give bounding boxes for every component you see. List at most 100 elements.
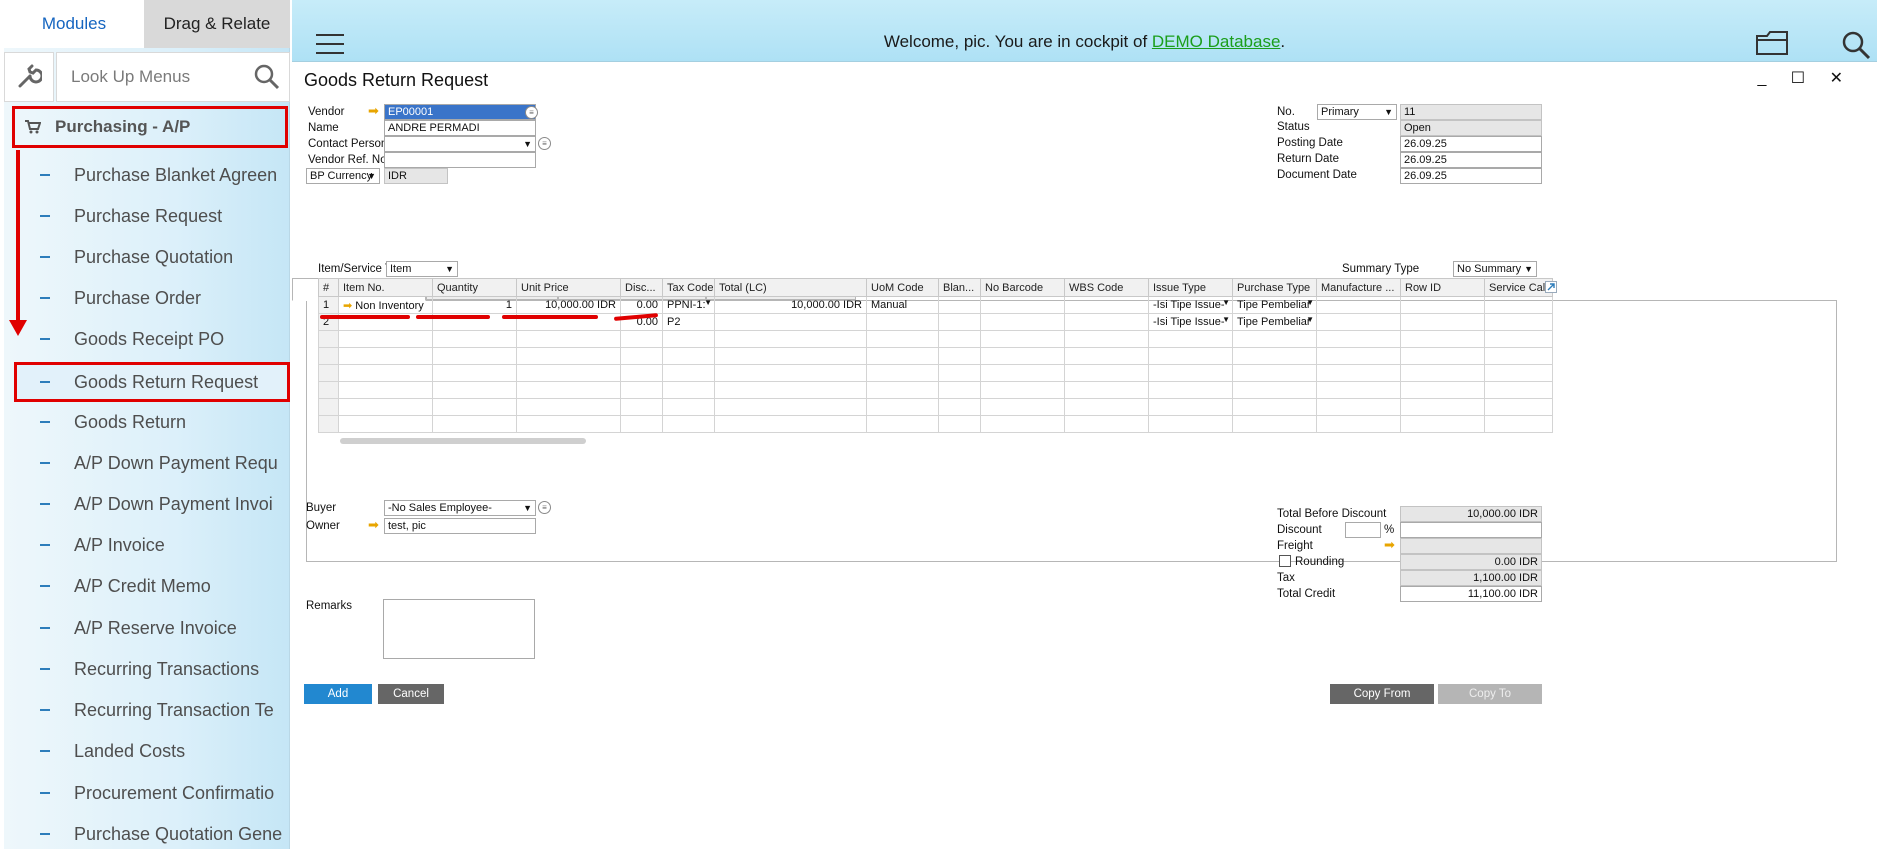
blanket-cell[interactable] (938, 296, 981, 314)
remarks-textarea[interactable] (383, 599, 535, 659)
row-id-cell[interactable] (1400, 296, 1485, 314)
owner-field[interactable]: test, pic (384, 518, 536, 534)
table-row[interactable] (318, 330, 1553, 348)
table-row[interactable] (318, 364, 1553, 382)
total-lc-cell[interactable]: 10,000.00 IDR (714, 296, 867, 314)
menu-item-landed-costs[interactable]: Landed Costs (4, 733, 290, 769)
manufacture-cell[interactable] (1316, 296, 1401, 314)
tax-code-cell[interactable]: PPNI-1: (662, 296, 715, 314)
table-row[interactable] (318, 381, 1553, 399)
menu-item-ap-down-payment-invoice[interactable]: A/P Down Payment Invoi (4, 486, 290, 522)
database-link[interactable]: DEMO Database (1152, 32, 1281, 51)
col-header[interactable]: Total (LC) (714, 278, 867, 297)
posting-date-field[interactable]: 26.09.25 (1400, 136, 1542, 152)
name-field[interactable]: ANDRE PERMADI (384, 120, 536, 136)
choose-from-list-icon[interactable]: ≡ (538, 137, 551, 150)
lookup-menus-input[interactable]: Look Up Menus (56, 52, 290, 102)
col-header[interactable]: Tax Code (662, 278, 715, 297)
vendor-ref-field[interactable] (384, 152, 536, 168)
col-header[interactable]: # (318, 278, 339, 297)
service-call-id-cell[interactable] (1484, 313, 1553, 331)
issue-type-cell[interactable]: -Isi Tipe Issue- (1148, 296, 1233, 314)
expand-grid-icon[interactable] (1545, 281, 1557, 293)
item-service-type-dropdown[interactable]: Item (386, 261, 458, 277)
col-header[interactable]: No Barcode (980, 278, 1065, 297)
col-header[interactable]: Item No. (338, 278, 433, 297)
contact-person-dropdown[interactable] (384, 136, 536, 152)
copy-from-button[interactable]: Copy From (1330, 684, 1434, 704)
menu-item-ap-invoice[interactable]: A/P Invoice (4, 527, 290, 563)
blanket-cell[interactable] (938, 313, 981, 331)
menu-item-purchase-quotation[interactable]: Purchase Quotation (4, 239, 290, 275)
item-no-cell[interactable]: ➡ Non Inventory (338, 296, 433, 314)
menu-group-purchasing[interactable]: Purchasing - A/P (12, 106, 288, 148)
menu-item-ap-reserve-invoice[interactable]: A/P Reserve Invoice (4, 610, 290, 646)
add-button[interactable]: Add (304, 684, 372, 704)
col-header[interactable]: Blan... (938, 278, 981, 297)
row-id-cell[interactable] (1400, 313, 1485, 331)
manufacture-cell[interactable] (1316, 313, 1401, 331)
wbs-code-cell[interactable] (1064, 296, 1149, 314)
tax-code-cell[interactable]: P2 (662, 313, 715, 331)
col-header[interactable]: Issue Type (1148, 278, 1233, 297)
menu-item-recurring-transactions[interactable]: Recurring Transactions (4, 651, 290, 687)
col-header[interactable]: Row ID (1400, 278, 1485, 297)
col-header[interactable]: Purchase Type (1232, 278, 1317, 297)
buyer-dropdown[interactable]: -No Sales Employee- (384, 500, 536, 516)
link-arrow-icon[interactable]: ➡ (1384, 537, 1395, 553)
menu-item-purchase-request[interactable]: Purchase Request (4, 198, 290, 234)
table-row[interactable] (318, 415, 1553, 433)
uom-code-cell[interactable] (866, 313, 939, 331)
menu-item-procurement-confirmation[interactable]: Procurement Confirmatio (4, 775, 290, 811)
service-call-id-cell[interactable] (1484, 296, 1553, 314)
unit-price-cell[interactable]: 10,000.00 IDR (516, 296, 621, 314)
tab-modules[interactable]: Modules (4, 0, 144, 48)
purchase-type-cell[interactable]: Tipe Pembeliar (1232, 296, 1317, 314)
col-header[interactable]: WBS Code (1064, 278, 1149, 297)
link-arrow-icon[interactable]: ➡ (368, 517, 379, 533)
col-header[interactable]: Unit Price (516, 278, 621, 297)
search-icon[interactable] (253, 63, 281, 91)
wbs-code-cell[interactable] (1064, 313, 1149, 331)
bp-currency-dropdown[interactable]: BP Currency (306, 168, 380, 184)
return-date-field[interactable]: 26.09.25 (1400, 152, 1542, 168)
search-icon[interactable] (1841, 30, 1871, 60)
menu-item-purchase-blanket-agreement[interactable]: Purchase Blanket Agreen (4, 157, 290, 193)
settings-button[interactable] (4, 52, 54, 102)
no-barcode-cell[interactable] (980, 296, 1065, 314)
link-arrow-icon[interactable]: ➡ (343, 300, 355, 312)
choose-from-list-icon[interactable]: ≡ (538, 501, 551, 514)
menu-item-ap-down-payment-request[interactable]: A/P Down Payment Requ (4, 445, 290, 481)
quantity-cell[interactable]: 1 (432, 296, 517, 314)
col-header[interactable]: Manufacture ... (1316, 278, 1401, 297)
choose-from-list-icon[interactable]: ≡ (525, 106, 538, 119)
table-row[interactable] (318, 398, 1553, 416)
col-header[interactable]: Quantity (432, 278, 517, 297)
discount-amount-field[interactable] (1400, 522, 1542, 538)
menu-item-recurring-transaction-templates[interactable]: Recurring Transaction Te (4, 692, 290, 728)
menu-item-goods-return-request[interactable]: Goods Return Request (14, 362, 290, 402)
window-controls[interactable]: _ ☐ ✕ (1757, 68, 1853, 88)
table-row[interactable] (318, 347, 1553, 365)
summary-type-dropdown[interactable]: No Summary (1453, 261, 1537, 277)
menu-item-purchase-order[interactable]: Purchase Order (4, 280, 290, 316)
issue-type-cell[interactable]: -Isi Tipe Issue- (1148, 313, 1233, 331)
cancel-button[interactable]: Cancel (378, 684, 444, 704)
col-header[interactable]: UoM Code (866, 278, 939, 297)
purchase-type-cell[interactable]: Tipe Pembeliar (1232, 313, 1317, 331)
menu-item-goods-return[interactable]: Goods Return (4, 404, 290, 440)
col-header[interactable]: Disc... (620, 278, 663, 297)
link-arrow-icon[interactable]: ➡ (368, 103, 379, 119)
col-header[interactable]: Service Call ID (1484, 278, 1553, 297)
rounding-checkbox[interactable] (1279, 555, 1291, 567)
vendor-field[interactable]: EP00001 (384, 104, 536, 120)
menu-item-goods-receipt-po[interactable]: Goods Receipt PO (4, 321, 290, 357)
folder-icon[interactable] (1755, 28, 1789, 56)
menu-item-ap-credit-memo[interactable]: A/P Credit Memo (4, 568, 290, 604)
uom-code-cell[interactable]: Manual (866, 296, 939, 314)
discount-cell[interactable]: 0.00 (620, 296, 663, 314)
tab-drag-relate[interactable]: Drag & Relate (144, 0, 290, 48)
document-date-field[interactable]: 26.09.25 (1400, 168, 1542, 184)
horizontal-scrollbar[interactable] (340, 438, 586, 444)
discount-percent-field[interactable] (1345, 522, 1381, 538)
